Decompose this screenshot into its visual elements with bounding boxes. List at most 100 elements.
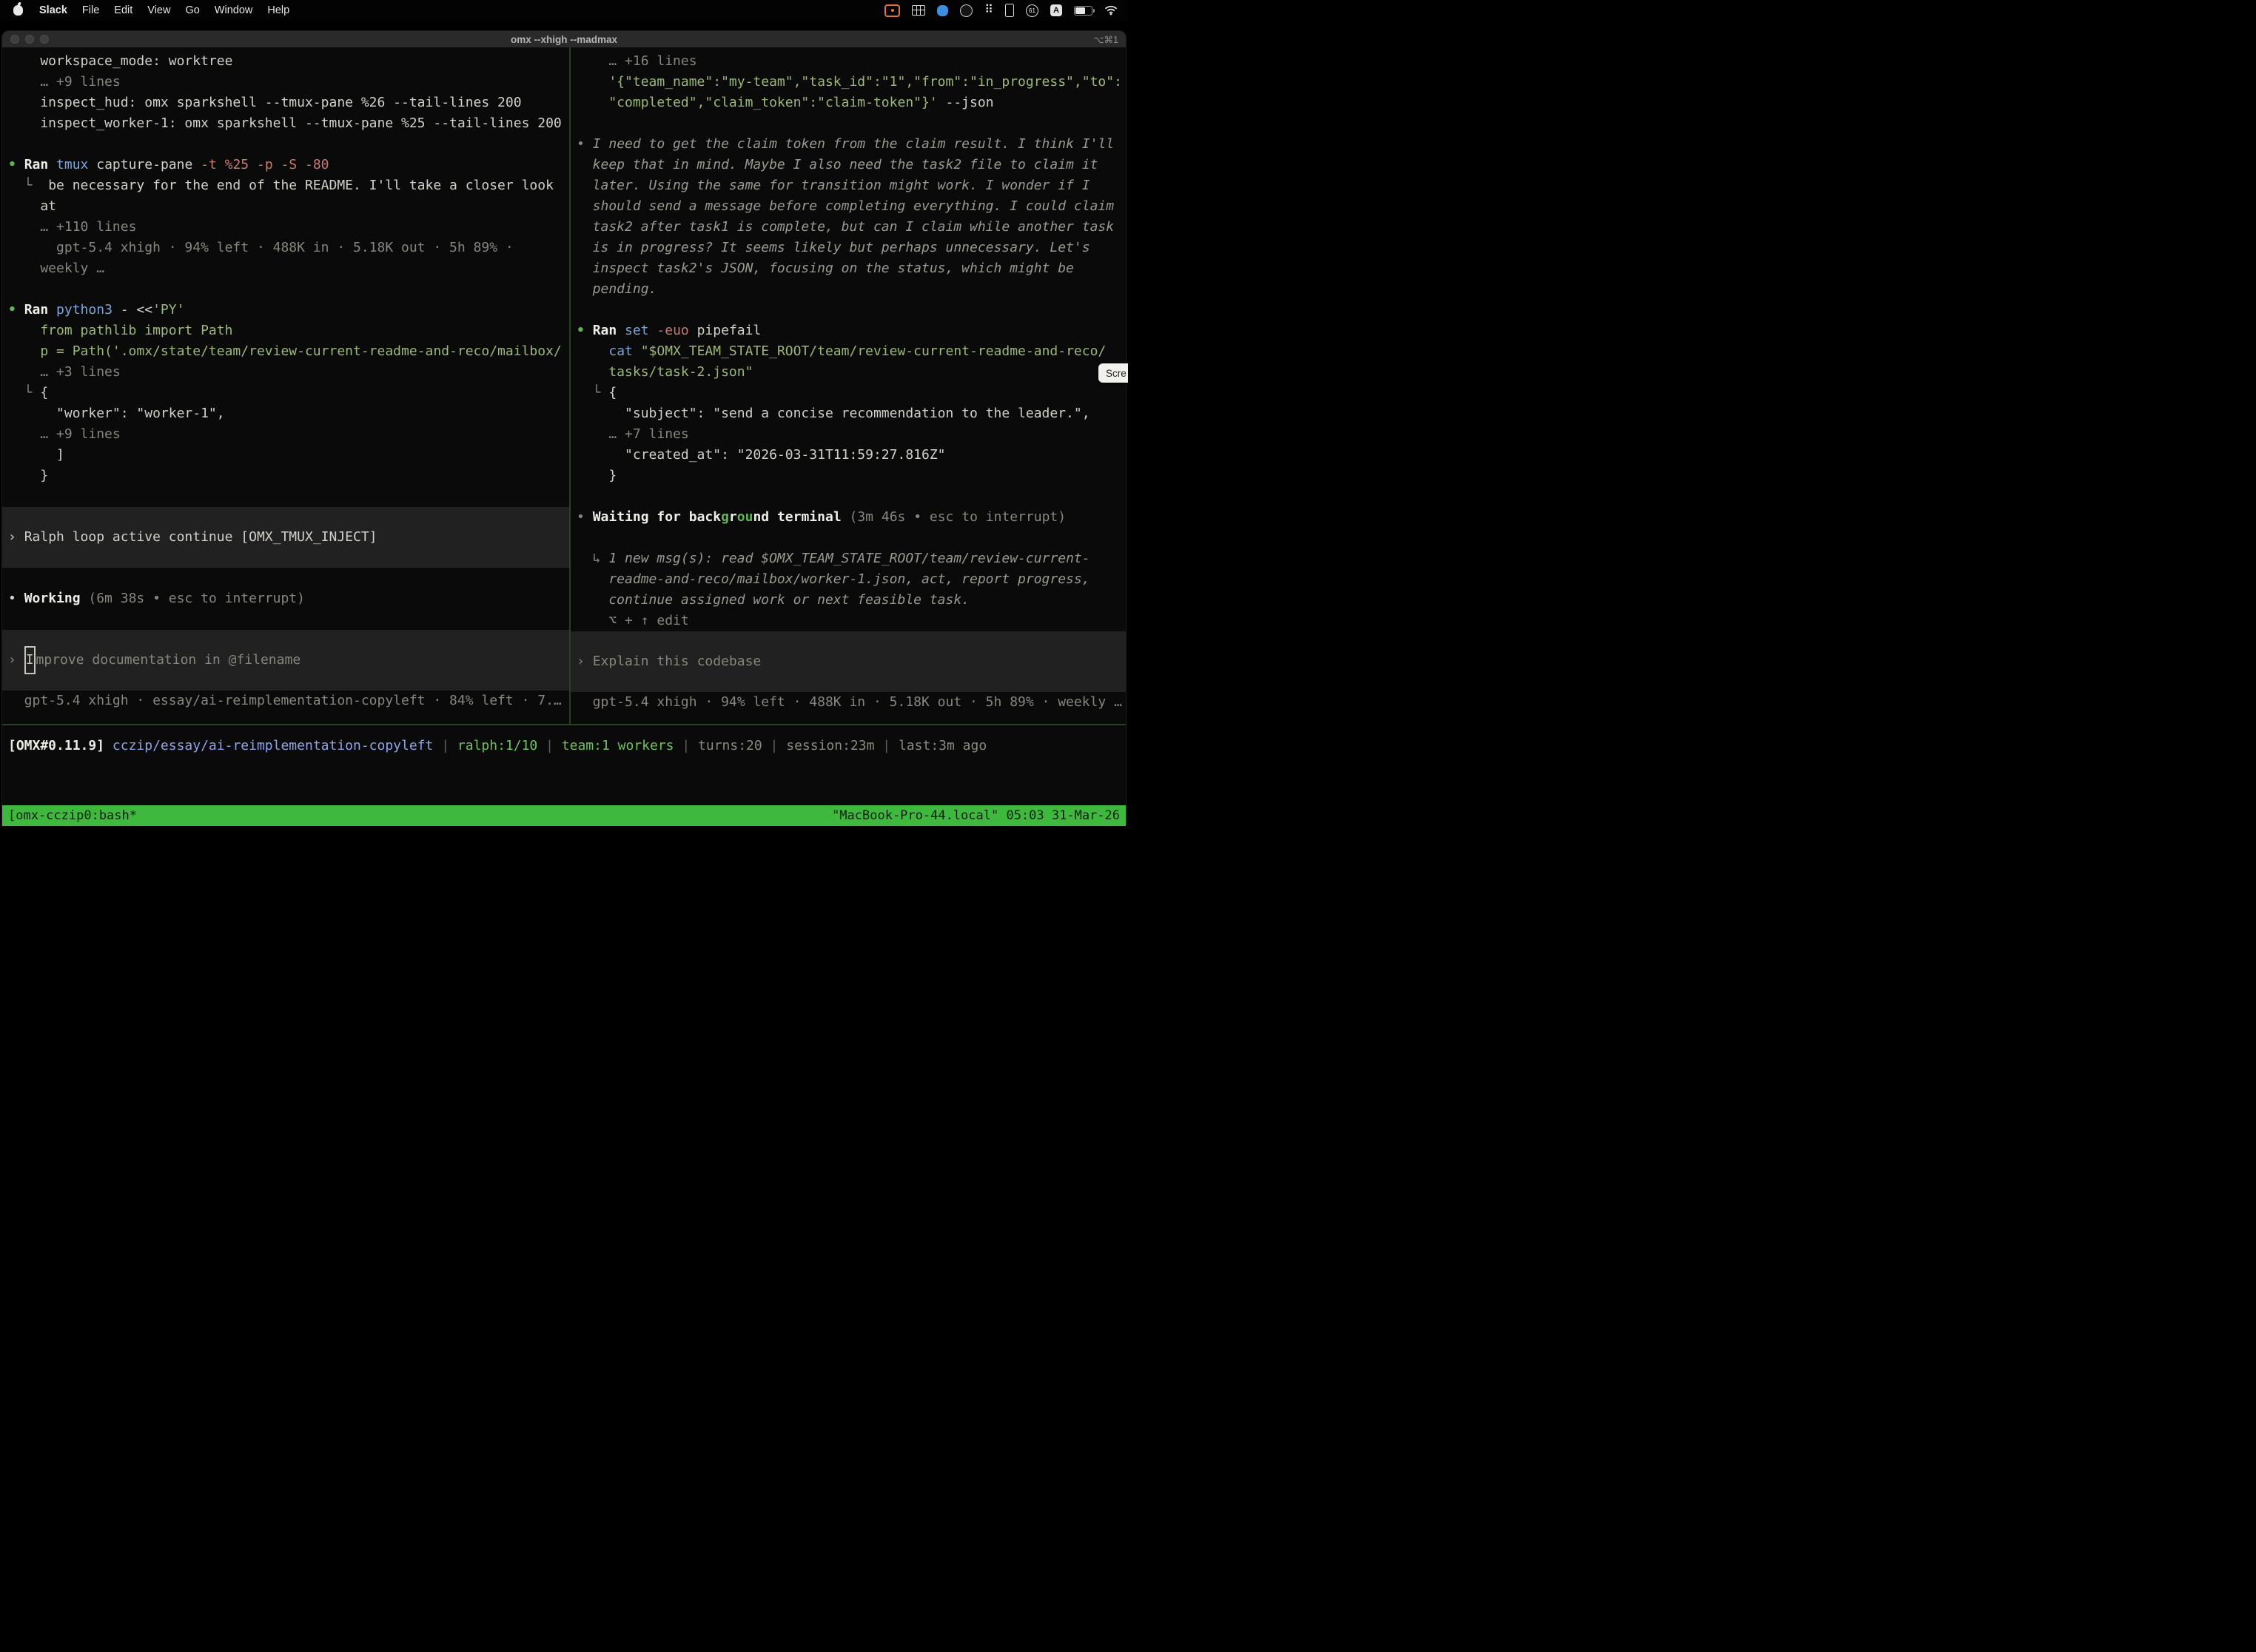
omx-status-segment: | — [674, 738, 699, 753]
menu-go[interactable]: Go — [178, 4, 207, 16]
menubar-left: Slack FileEditViewGoWindowHelp — [0, 4, 297, 16]
prompt-text: mprove documentation in @filename — [36, 650, 301, 671]
tmux-session-label: [omx-cczip0:bash* — [8, 808, 137, 823]
menubar: Slack FileEditViewGoWindowHelp ⠿ 61 A — [0, 0, 1128, 21]
terminal-line: "subject": "send a concise recommendatio… — [571, 403, 1126, 424]
terminal-line: … +110 lines — [2, 217, 569, 238]
edit-hint-line: ⌥ + ↑ edit — [571, 611, 1126, 631]
terminal-line: … +9 lines — [2, 424, 569, 445]
terminal-line: '{"team_name":"my-team","task_id":"1","f… — [571, 72, 1126, 93]
input-source-icon[interactable]: A — [1050, 4, 1062, 16]
terminal-line: … +7 lines — [571, 424, 1126, 445]
ran-tmux-capture-line: • Ran tmux capture-pane -t %25 -p -S -80 — [2, 155, 569, 175]
omx-status-segment: [OMX#0.11.9] — [8, 738, 104, 753]
terminal-line: tasks/task-2.json" — [571, 362, 1126, 383]
terminal-line: readme-and-reco/mailbox/worker-1.json, a… — [571, 569, 1126, 590]
screen-recording-icon[interactable] — [884, 4, 900, 17]
blank-line — [2, 568, 569, 588]
terminal-pane-right[interactable]: … +16 lines '{"team_name":"my-team","tas… — [571, 47, 1126, 724]
blank-line — [2, 486, 569, 507]
terminal-line: p = Path('.omx/state/team/review-current… — [2, 341, 569, 362]
screen-tooltip: Scre — [1098, 363, 1128, 383]
prompt-chevron-icon: › — [577, 651, 593, 672]
working-status-line: • Working (6m 38s • esc to interrupt) — [2, 588, 569, 609]
omx-status-bar: [OMX#0.11.9] cczip/essay/ai-reimplementa… — [2, 736, 1126, 756]
dots-grid-icon[interactable]: ⠿ — [984, 6, 993, 15]
menu-help[interactable]: Help — [260, 4, 297, 16]
menubar-menus: FileEditViewGoWindowHelp — [75, 4, 297, 16]
pane-left-content: workspace_mode: worktree … +9 lines insp… — [2, 47, 569, 711]
ran-python-line: • Ran python3 - <<'PY' — [2, 300, 569, 320]
terminal-line: keep that in mind. Maybe I also need the… — [571, 155, 1126, 175]
terminal-window: omx --xhigh --madmax ⌥⌘1 workspace_mode:… — [1, 30, 1127, 826]
prompt-chevron-icon: › — [8, 527, 24, 548]
prompt-input-left[interactable]: › Improve documentation in @filename — [2, 630, 569, 691]
ralph-loop-input[interactable]: › Ralph loop active continue [OMX_TMUX_I… — [2, 507, 569, 568]
active-app-name[interactable]: Slack — [32, 4, 75, 16]
prompt-chevron-icon: › — [8, 650, 24, 671]
omx-status-segment: | — [537, 738, 562, 753]
terminal-line: └ { — [571, 383, 1126, 403]
terminal-line: pending. — [571, 279, 1126, 300]
terminal-line: workspace_mode: worktree — [2, 51, 569, 72]
terminal-line: weekly … — [2, 258, 569, 279]
terminal-line: } — [571, 466, 1126, 486]
battery-icon[interactable] — [1074, 6, 1092, 16]
terminal-line: at — [2, 196, 569, 217]
terminal-line: … +9 lines — [2, 72, 569, 93]
waiting-status-line: • Waiting for background terminal (3m 46… — [571, 507, 1126, 528]
pane-status-line: gpt-5.4 xhigh · 94% left · 488K in · 5.1… — [571, 692, 1126, 713]
pane-status-line: gpt-5.4 xhigh · essay/ai-reimplementatio… — [2, 691, 569, 711]
blank-line — [2, 279, 569, 300]
omx-status-segment: cczip/essay/ai-reimplementation-copyleft — [113, 738, 433, 753]
terminal-line: later. Using the same for transition mig… — [571, 175, 1126, 196]
blank-line — [2, 134, 569, 155]
menu-edit[interactable]: Edit — [107, 4, 140, 16]
terminal-line: "completed","claim_token":"claim-token"}… — [571, 93, 1126, 113]
blank-line — [571, 528, 1126, 548]
omx-status-segment — [104, 738, 113, 753]
omx-status-segment: | — [762, 738, 787, 753]
terminal-line: gpt-5.4 xhigh · 94% left · 488K in · 5.1… — [2, 238, 569, 258]
prompt-text: Explain this codebase — [593, 651, 762, 672]
terminal-line: ] — [2, 445, 569, 466]
omx-status-segment: ralph:1/10 — [457, 738, 537, 753]
omx-status-segment: session:23m — [786, 738, 874, 753]
omx-status-segment: | — [874, 738, 899, 753]
blue-app-icon[interactable] — [937, 5, 948, 16]
terminal-line: "created_at": "2026-03-31T11:59:27.816Z" — [571, 445, 1126, 466]
menu-file[interactable]: File — [75, 4, 107, 16]
prompt-text: Ralph loop active continue [OMX_TMUX_INJ… — [24, 527, 377, 548]
blank-line — [571, 300, 1126, 320]
mailbox-message-line: ↳ 1 new msg(s): read $OMX_TEAM_STATE_ROO… — [571, 548, 1126, 569]
terminal-line: … +16 lines — [571, 51, 1126, 72]
terminal-line: └ { — [2, 383, 569, 403]
blank-line — [571, 486, 1126, 507]
text-cursor: I — [24, 646, 36, 674]
prompt-input-right[interactable]: › Explain this codebase — [571, 631, 1126, 692]
terminal-line: from pathlib import Path — [2, 320, 569, 341]
apple-menu-icon[interactable] — [13, 5, 23, 16]
terminal-line: continue assigned work or next feasible … — [571, 590, 1126, 611]
battery-percent-icon[interactable]: 61 — [1026, 4, 1038, 17]
dark-app-icon[interactable] — [960, 4, 973, 17]
terminal-line: task2 after task1 is complete, but can I… — [571, 217, 1126, 238]
omx-status-segment: last:3m ago — [899, 738, 987, 753]
screen: Slack FileEditViewGoWindowHelp ⠿ 61 A — [0, 0, 1128, 826]
terminal-pane-left[interactable]: workspace_mode: worktree … +9 lines insp… — [2, 47, 569, 724]
wifi-icon[interactable] — [1104, 5, 1118, 16]
pane-divider-horizontal[interactable] — [2, 724, 1126, 725]
terminal-line: is in progress? It seems likely but perh… — [571, 238, 1126, 258]
terminal-line: inspect_worker-1: omx sparkshell --tmux-… — [2, 113, 569, 134]
menu-view[interactable]: View — [140, 4, 178, 16]
grid-icon[interactable] — [912, 5, 925, 16]
omx-status-segment: turns:20 — [698, 738, 762, 753]
terminal-line: inspect task2's JSON, focusing on the st… — [571, 258, 1126, 279]
pane-right-content: … +16 lines '{"team_name":"my-team","tas… — [571, 47, 1126, 713]
phone-icon[interactable] — [1005, 4, 1014, 17]
terminal-line: cat "$OMX_TEAM_STATE_ROOT/team/review-cu… — [571, 341, 1126, 362]
ran-set-line: • Ran set -euo pipefail — [571, 320, 1126, 341]
window-titlebar[interactable]: omx --xhigh --madmax ⌥⌘1 — [2, 31, 1126, 48]
blank-line — [571, 113, 1126, 134]
menu-window[interactable]: Window — [207, 4, 261, 16]
